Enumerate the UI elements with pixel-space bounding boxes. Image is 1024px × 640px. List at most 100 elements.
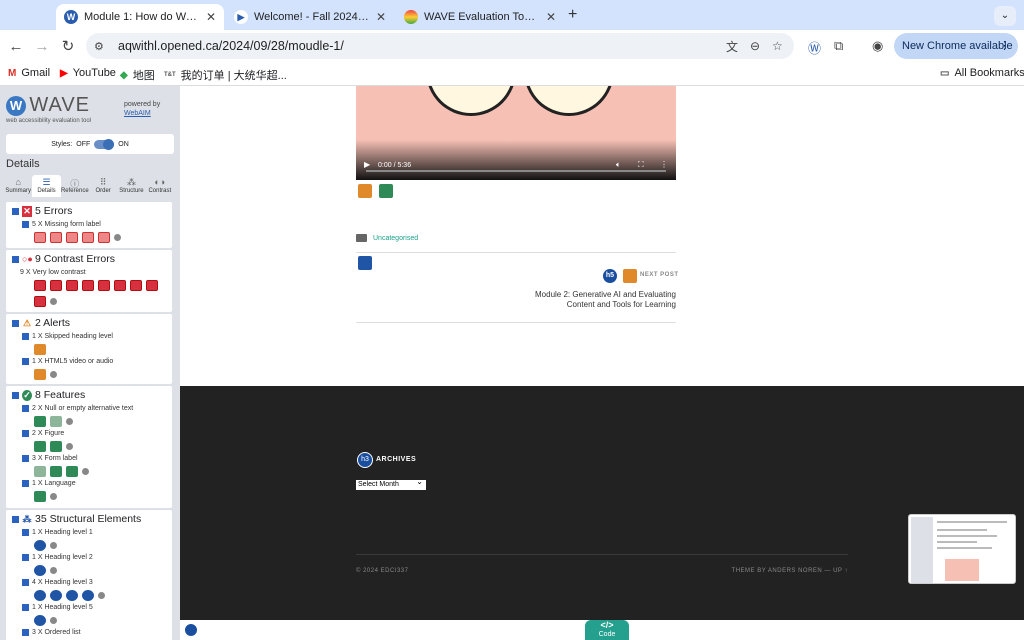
heading-3-icon[interactable] [66,590,78,601]
item-checkbox[interactable] [22,455,29,462]
alerts-checkbox[interactable] [12,319,19,327]
fullscreen-icon[interactable]: ⛶ [638,160,644,170]
item-checkbox[interactable] [22,480,29,487]
heading-3-icon[interactable] [82,590,94,601]
url-text[interactable]: aqwithl.opened.ca/2024/09/28/moudle-1/ [118,39,344,53]
heading-3-icon[interactable] [34,590,46,601]
close-icon[interactable]: ✕ [546,10,556,24]
tab-order[interactable]: ⠿ Order [89,175,117,197]
info-icon[interactable] [50,493,57,500]
info-icon[interactable] [50,542,57,549]
tab-details[interactable]: ☰ Details [32,175,61,197]
kebab-menu-icon[interactable]: ⋮ [999,33,1010,59]
missing-label-icon[interactable] [82,232,94,243]
styles-toggle[interactable] [94,138,115,150]
info-icon[interactable] [50,298,57,305]
low-contrast-icon[interactable] [50,280,62,291]
category-link[interactable]: Uncategorised [356,234,418,242]
code-button[interactable]: </> Code [585,620,629,640]
form-label-icon[interactable] [66,466,78,477]
item-checkbox[interactable] [22,405,29,412]
figure-icon[interactable] [34,441,46,452]
skipped-heading-icon[interactable] [34,344,46,355]
item-checkbox[interactable] [22,221,29,228]
tab-module-1[interactable]: W Module 1: How do We Learn? ✕ [56,4,224,30]
info-icon[interactable] [98,592,105,599]
item-checkbox[interactable] [22,629,29,636]
language-icon[interactable] [34,491,46,502]
info-icon[interactable] [50,567,57,574]
low-contrast-icon[interactable] [146,280,158,291]
heading-5-icon[interactable] [34,615,46,626]
low-contrast-icon[interactable] [34,280,46,291]
new-chrome-button[interactable]: New Chrome available ⋮ [894,33,1018,59]
extensions-icon[interactable]: ⧉ [834,38,843,54]
tab-structure[interactable]: ⁂ Structure [117,175,145,197]
heading-2-icon[interactable] [34,565,46,576]
theme-credit-link[interactable]: THEME BY ANDERS NOREN — UP ↑ [700,568,848,574]
volume-icon[interactable]: 🔈︎ [616,160,621,170]
webaim-link[interactable]: WebAIM [124,110,151,117]
bookmark-gmail[interactable]: M Gmail [8,67,50,79]
html5-video-icon[interactable] [34,369,46,380]
wave-alert-icon[interactable] [623,269,637,283]
missing-label-icon[interactable] [66,232,78,243]
category-label[interactable]: Uncategorised [373,235,418,242]
site-info-icon[interactable]: ⚙ [94,40,110,53]
figure-icon[interactable] [50,441,62,452]
next-post-link[interactable]: Module 2: Generative AI and Evaluating C… [516,290,676,310]
form-label-icon[interactable] [34,466,46,477]
info-icon[interactable] [50,371,57,378]
bookmark-star-icon[interactable]: ☆ [772,39,783,53]
all-bookmarks[interactable]: ▭ All Bookmarks [940,67,1024,79]
more-options-icon[interactable]: ⋮ [660,160,668,169]
item-checkbox[interactable] [22,579,29,586]
missing-label-icon[interactable] [50,232,62,243]
archives-select[interactable]: Select Month [356,477,426,490]
features-checkbox[interactable] [12,391,19,399]
bookmark-youtube[interactable]: ▶ YouTube [60,67,116,79]
reload-icon[interactable]: ↻ [55,37,81,55]
low-contrast-icon[interactable] [82,280,94,291]
low-contrast-icon[interactable] [66,280,78,291]
wave-extension-icon[interactable]: Ⓦ [808,38,821,57]
video-progress-bar[interactable] [366,170,666,172]
wave-list-icon[interactable] [358,256,372,270]
item-checkbox[interactable] [22,529,29,536]
play-icon[interactable]: ▶ [364,160,370,169]
item-checkbox[interactable] [22,358,29,365]
back-icon[interactable]: ← [3,38,29,55]
address-bar[interactable]: ⚙ aqwithl.opened.ca/2024/09/28/moudle-1/… [86,33,794,59]
low-contrast-icon[interactable] [114,280,126,291]
missing-label-icon[interactable] [34,232,46,243]
low-contrast-icon[interactable] [130,280,142,291]
wave-alert-icon[interactable] [358,184,372,198]
item-checkbox[interactable] [22,430,29,437]
tab-welcome[interactable]: ▶ Welcome! - Fall 2024 EDCI 33 ✕ [226,4,394,30]
info-icon[interactable] [50,617,57,624]
info-icon[interactable] [66,418,73,425]
wave-figure-icon[interactable] [379,184,393,198]
video-player[interactable]: ▶ 0:00 / 5:36 🔈︎ ⛶ ⋮ [356,86,676,180]
screenshot-thumbnail[interactable] [908,514,1016,584]
tab-summary[interactable]: ⌂ Summary [4,175,32,197]
heading-5-badge[interactable]: h5 [603,269,617,283]
item-checkbox[interactable] [22,333,29,340]
heading-3-badge[interactable]: h3 [357,452,373,468]
tab-search-button[interactable]: ⌄ [994,6,1016,26]
item-checkbox[interactable] [22,604,29,611]
contrast-checkbox[interactable] [12,255,19,263]
info-icon[interactable] [114,234,121,241]
forward-icon[interactable]: → [29,38,55,55]
heading-1-icon[interactable] [34,540,46,551]
bookmark-maps[interactable]: ◆ 地图 [120,67,155,83]
close-icon[interactable]: ✕ [206,10,216,24]
zoom-icon[interactable]: ⊖ [750,39,760,53]
structure-checkbox[interactable] [12,515,19,523]
new-tab-button[interactable]: + [568,6,577,24]
info-icon[interactable] [66,443,73,450]
item-checkbox[interactable] [22,554,29,561]
alt-text-icon[interactable] [34,416,46,427]
low-contrast-icon[interactable] [98,280,110,291]
tab-contrast[interactable]: ◐◑ Contrast [146,175,174,197]
